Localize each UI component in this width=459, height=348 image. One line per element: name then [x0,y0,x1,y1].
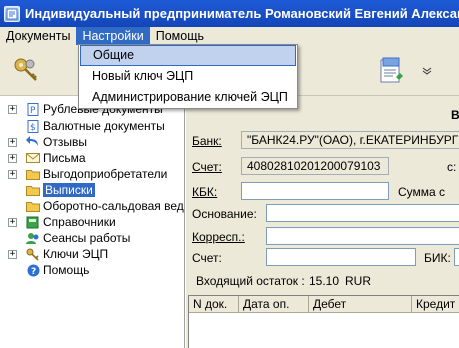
envelope-icon [26,151,40,165]
window-title: Индивидуальный предприниматель Романовск… [25,6,459,21]
acc2-label: Счет: [192,251,222,265]
account-field[interactable]: 40802810201200079103 [241,157,389,175]
navigation-tree: + P Рублевые документы $ Валютные докуме… [0,96,185,348]
tree-item-turnover-sheet[interactable]: Оборотно-сальдовая вед [0,199,184,213]
menu-item-new-key[interactable]: Новый ключ ЭЦП [80,66,296,87]
settings-menu-dropdown: Общие Новый ключ ЭЦП Администрирование к… [78,44,298,109]
menu-help[interactable]: Помощь [150,27,210,45]
expand-icon[interactable]: + [8,169,17,179]
kbk-field[interactable] [241,182,389,200]
statement-table: N док. Дата оп. Дебет Кредит [188,295,459,348]
column-header-doc-number[interactable]: N док. [189,296,239,313]
expand-icon[interactable]: + [8,104,17,114]
acc2-field[interactable] [266,248,416,266]
window-titlebar[interactable]: Индивидуальный предприниматель Романовск… [0,0,459,27]
basis-field[interactable] [266,204,459,222]
tree-item-currency-documents[interactable]: $ Валютные документы [0,119,165,133]
svg-text:P: P [30,106,36,116]
svg-text:?: ? [31,267,36,277]
menu-item-key-admin[interactable]: Администрирование ключей ЭЦП [80,87,296,108]
menu-documents[interactable]: Документы [0,27,76,45]
account-label[interactable]: Счет: [192,160,222,174]
key-icon [26,247,40,261]
balance-currency: RUR [345,274,371,288]
svg-text:$: $ [30,123,36,133]
app-icon [4,5,20,22]
bik-field[interactable] [454,248,459,266]
menu-item-general[interactable]: Общие [80,45,296,66]
users-icon [26,231,40,245]
keys-toolbar-button[interactable] [12,55,42,85]
expand-icon[interactable]: + [8,137,17,147]
bank-field[interactable]: "БАНК24.РУ"(ОАО), г.ЕКАТЕРИНБУРГ [241,131,459,149]
recall-arrow-icon [26,135,40,149]
balance-value: 15.10 [309,274,340,288]
folder-icon [26,183,40,197]
document-toolbar-button[interactable] [376,55,406,85]
basis-label: Основание: [192,207,257,221]
menu-settings[interactable]: Настройки [76,27,150,45]
statement-panel: В Банк: "БАНК24.РУ"(ОАО), г.ЕКАТЕРИНБУРГ… [186,96,459,348]
panel-header: В [451,108,459,122]
currency-document-icon: $ [26,119,40,133]
tree-item-help[interactable]: ? Помощь [0,263,89,277]
bik-label: БИК: [424,251,451,265]
expand-icon[interactable]: + [8,249,17,259]
ruble-document-icon: P [26,102,40,116]
expand-icon[interactable]: + [8,217,17,227]
column-header-op-date[interactable]: Дата оп. [239,296,309,313]
tree-item-directories[interactable]: + Справочники [0,215,116,229]
directory-book-icon [26,215,40,229]
corr-field[interactable] [266,227,459,245]
kbk-label[interactable]: КБК: [192,185,217,199]
tree-item-sessions[interactable]: Сеансы работы [0,231,130,245]
folder-icon [26,167,40,181]
date-label: с: [447,160,457,174]
tree-item-beneficiaries[interactable]: + Выгодоприобретатели [0,167,167,181]
document-icon [376,57,406,88]
folder-icon [26,199,40,213]
help-icon: ? [26,263,40,277]
chevron-down-icon[interactable] [422,65,432,75]
column-header-debit[interactable]: Дебет [309,296,412,313]
tree-item-letters[interactable]: + Письма [0,151,86,165]
menu-bar: Документы Настройки Помощь [0,27,459,45]
tree-item-statements[interactable]: Выписки [0,183,95,197]
sum-label: Сумма с [398,185,446,199]
tree-item-eds-keys[interactable]: + Ключи ЭЦП [0,247,108,261]
keys-icon [12,58,42,88]
expand-icon[interactable]: + [8,153,17,163]
tree-item-recalls[interactable]: + Отзывы [0,135,87,149]
column-header-credit[interactable]: Кредит [412,296,459,313]
bank-label[interactable]: Банк: [192,134,222,148]
corr-label[interactable]: Корресп.: [192,230,245,244]
balance-label: Входящий остаток : [196,274,305,288]
